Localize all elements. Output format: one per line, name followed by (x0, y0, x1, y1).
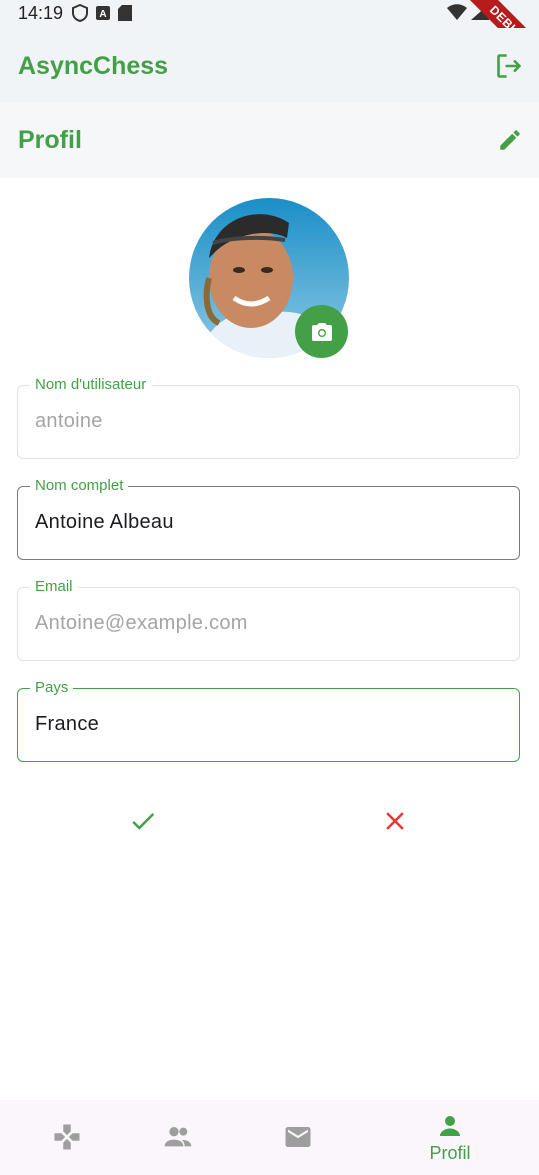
username-value: antoine (35, 410, 103, 432)
status-time: 14:19 (18, 3, 64, 23)
bottom-navigation: Profil (0, 1100, 539, 1175)
confirm-button[interactable] (128, 806, 158, 836)
people-icon (164, 1126, 192, 1146)
email-field[interactable]: Email Antoine@example.com (17, 578, 520, 661)
full-name-field[interactable]: Nom complet Antoine Albeau (17, 477, 520, 560)
logout-button[interactable] (495, 52, 523, 80)
person-icon (440, 1116, 460, 1136)
nav-label-profile: Profil (429, 1143, 471, 1163)
email-value: Antoine@example.com (35, 612, 248, 634)
gamepad-icon (54, 1124, 80, 1149)
sd-card-icon (118, 5, 132, 21)
check-icon (132, 812, 155, 830)
change-photo-button[interactable] (295, 305, 348, 358)
nav-item-messages[interactable] (231, 1100, 365, 1175)
app-bar: AsyncChess (0, 28, 539, 102)
cancel-button[interactable] (380, 806, 410, 836)
edit-button[interactable] (497, 127, 523, 153)
nav-item-friends[interactable] (111, 1100, 245, 1175)
country-value: France (35, 713, 100, 735)
page-title: Profil (18, 126, 82, 154)
close-icon (386, 812, 404, 830)
wifi-icon (447, 4, 467, 20)
logout-icon (497, 54, 521, 78)
country-field[interactable]: Pays France (17, 679, 520, 762)
shield-icon (72, 4, 88, 22)
status-bar: 14:19 A DEBUG (0, 0, 539, 78)
nav-item-profile[interactable]: Profil (383, 1100, 517, 1175)
email-label: Email (30, 578, 78, 595)
pencil-icon (500, 130, 520, 150)
full-name-label: Nom complet (30, 477, 129, 494)
camera-icon (311, 322, 332, 341)
full-name-value: Antoine Albeau (35, 511, 174, 533)
username-label: Nom d'utilisateur (30, 376, 152, 393)
app-title: AsyncChess (18, 52, 169, 80)
profile-header: Profil (0, 102, 539, 178)
username-field[interactable]: Nom d'utilisateur antoine (17, 376, 520, 459)
country-label: Pays (30, 679, 74, 696)
font-icon: A (96, 6, 110, 20)
mail-icon (285, 1126, 311, 1147)
svg-text:A: A (99, 9, 106, 20)
avatar-container (189, 198, 349, 358)
